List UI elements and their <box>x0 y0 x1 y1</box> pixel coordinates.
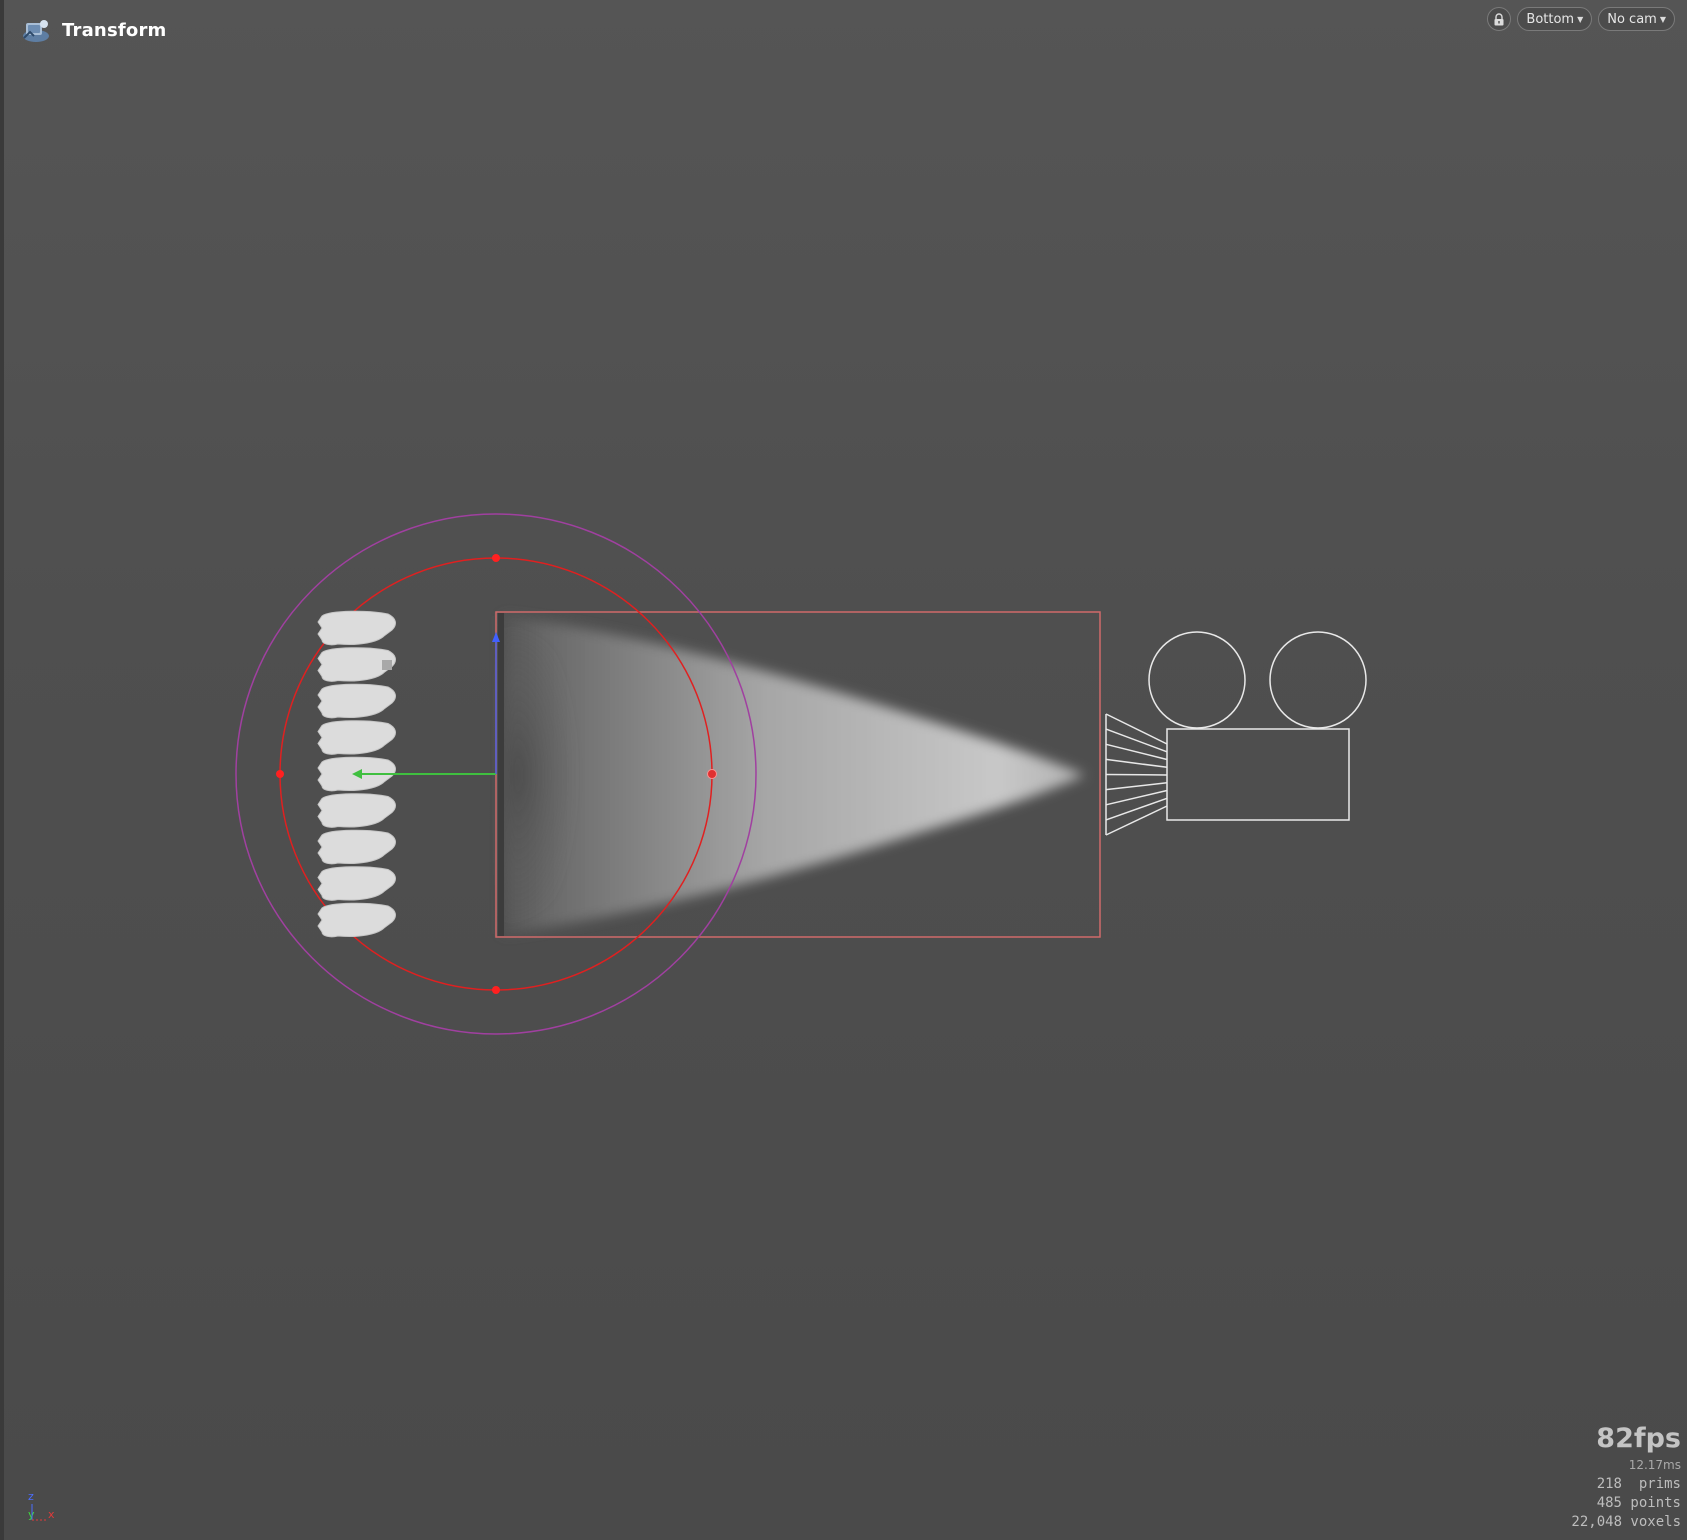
ring-handle-left[interactable] <box>276 770 284 778</box>
camera-menu-label: No cam <box>1607 11 1657 27</box>
scene-viewport[interactable]: Transform Bottom ▼ No cam ▼ z y x 82fps … <box>0 0 1687 1540</box>
axis-lines <box>31 1504 48 1521</box>
camera-lens-line <box>1105 797 1168 821</box>
tool-title: Transform <box>62 19 167 41</box>
camera-lens-line <box>1105 789 1168 806</box>
viewport-controls: Bottom ▼ No cam ▼ <box>1487 7 1675 31</box>
camera-lens-line <box>1105 758 1168 769</box>
smoke-volume <box>503 616 1085 934</box>
lock-view-button[interactable] <box>1487 7 1512 31</box>
scene-canvas[interactable] <box>0 0 1687 1540</box>
prims-count: 218 prims <box>1596 1476 1681 1492</box>
vertebra-segment <box>317 793 396 828</box>
vertebra-segment <box>317 683 396 719</box>
transform-tool-icon <box>23 20 49 42</box>
voxels-count: 22,048 voxels <box>1571 1514 1681 1530</box>
lock-icon <box>1494 12 1504 25</box>
chevron-down-icon: ▼ <box>1577 14 1584 24</box>
camera-lens-line <box>1105 805 1168 836</box>
ring-handle-bottom[interactable] <box>492 986 500 994</box>
frame-time-readout: 12.17ms <box>1628 1458 1681 1472</box>
emitter-plane <box>498 613 504 936</box>
performance-stats: 82fps 12.17ms 218 prims 485 points 22,04… <box>1571 1423 1681 1532</box>
pivot-marker[interactable] <box>382 660 392 670</box>
fps-readout: 82fps <box>1596 1423 1681 1454</box>
camera-wireframe-icon[interactable] <box>1105 631 1367 836</box>
ring-handle-top[interactable] <box>492 554 500 562</box>
camera-menu-button[interactable]: No cam ▼ <box>1598 7 1675 31</box>
vertebra-segment <box>317 610 396 646</box>
camera-lens-line <box>1105 728 1168 753</box>
vertebra-segment <box>317 902 396 938</box>
vertebra-segment <box>317 829 396 865</box>
camera-lens-line <box>1105 782 1168 791</box>
vertebra-segment <box>317 866 396 901</box>
camera-lens-line <box>1105 773 1168 776</box>
vertebra-segment <box>317 720 396 755</box>
axis-indicator: z y x <box>26 1490 66 1530</box>
camera-lens-line <box>1105 743 1168 761</box>
camera-lens-line <box>1105 713 1168 745</box>
tool-header: Transform <box>20 14 166 46</box>
ring-handle-right[interactable] <box>707 769 717 779</box>
chevron-down-icon: ▼ <box>1659 14 1666 24</box>
view-menu-label: Bottom <box>1526 11 1575 27</box>
points-count: 485 points <box>1596 1495 1681 1511</box>
view-menu-button[interactable]: Bottom ▼ <box>1517 7 1593 31</box>
